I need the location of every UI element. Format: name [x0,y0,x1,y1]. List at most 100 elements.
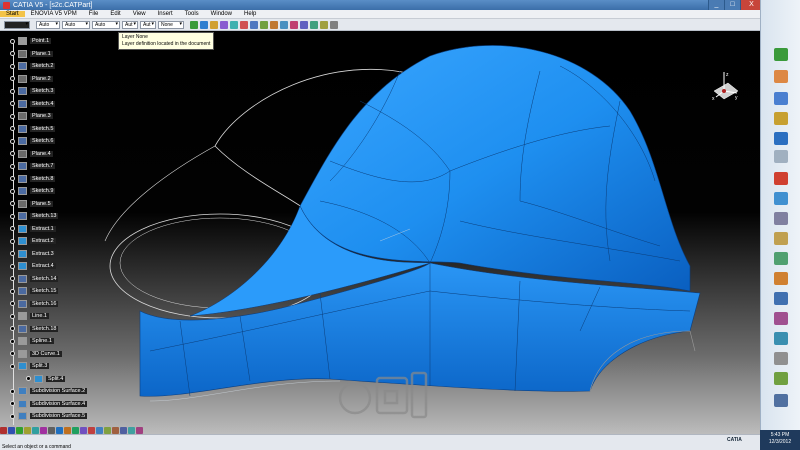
app-icon-3[interactable] [774,292,788,305]
tree-node-icon[interactable] [10,363,15,369]
tree-node-icon[interactable] [10,38,15,44]
tree-node-icon[interactable] [10,88,15,94]
tree-node-icon[interactable] [10,301,15,306]
tree-node-icon[interactable] [10,413,15,419]
sweep-icon[interactable] [230,20,238,29]
tree-node-icon[interactable] [10,313,15,319]
shading-icon[interactable] [64,427,71,434]
settings-icon[interactable] [774,150,788,163]
zoom-out-icon[interactable] [40,427,47,434]
media-icon[interactable] [774,172,788,185]
tree-node-icon[interactable] [10,201,15,206]
zoom-in-icon[interactable] [32,427,39,434]
minecraft-icon[interactable] [774,48,788,61]
menu-start[interactable]: Start [0,11,25,17]
isometric-view-icon[interactable] [56,427,63,434]
symmetry-icon[interactable] [320,20,328,29]
network-icon[interactable] [774,192,788,205]
hide-show-icon[interactable] [72,427,79,434]
tree-node-icon[interactable] [10,51,15,56]
app-icon-1[interactable] [774,232,788,245]
revolve-icon[interactable] [220,20,228,29]
tree-item[interactable]: Subdivision Surface.2 [10,386,88,396]
tree-item[interactable]: Plane.2 [10,74,53,84]
compass-widget[interactable]: z x y [708,69,742,103]
app-icon-8[interactable] [774,394,788,407]
tree-node-icon[interactable] [10,138,15,144]
word-icon[interactable] [774,132,788,145]
tree-node-icon[interactable] [10,126,15,131]
explorer-icon[interactable] [774,70,788,83]
line-type-select[interactable]: Auto [92,20,120,29]
tree-item[interactable]: Sketch.3 [10,86,56,96]
fillet-icon[interactable] [290,20,298,29]
3d-model-scene[interactable] [0,31,760,434]
maximize-button[interactable]: □ [724,0,740,10]
firefox-icon[interactable] [774,272,788,285]
menu-view[interactable]: View [127,11,152,17]
layer-select[interactable]: None [158,20,184,29]
tree-node-icon[interactable] [10,63,15,69]
tree-item[interactable]: Sketch.6 [10,136,56,146]
tree-item[interactable]: Extract.1 [10,224,56,234]
fill-icon[interactable] [240,20,248,29]
tree-item[interactable]: Plane.3 [10,111,53,121]
normal-view-icon[interactable] [48,427,55,434]
tree-item[interactable]: Sketch.7 [10,161,56,171]
select-icon[interactable] [0,427,7,434]
tree-item[interactable]: Line.1 [10,311,49,321]
tree-item[interactable]: Sketch.9 [10,186,56,196]
tree-item[interactable]: 3D Curve.1 [10,349,62,359]
tree-item[interactable]: Sketch.14 [10,274,59,284]
close-button[interactable]: X [740,0,762,10]
tree-node-icon[interactable] [10,276,15,281]
tree-item[interactable]: Sketch.2 [10,61,56,71]
tree-node-icon[interactable] [10,351,15,356]
tree-node-icon[interactable] [10,151,15,156]
rendering-style-select[interactable]: Aut [140,20,156,29]
menu-enovia[interactable]: ENOVIA V5 VPM [25,11,83,17]
menu-help[interactable]: Help [238,11,262,17]
app-icon-2[interactable] [774,252,788,265]
app-icon-4[interactable] [774,312,788,325]
tree-item[interactable]: Sketch.16 [10,299,59,309]
tree-item[interactable]: Sketch.13 [10,211,59,221]
surface-icon[interactable] [200,20,208,29]
tree-node-icon[interactable] [10,213,15,219]
tree-node-icon[interactable] [10,338,15,344]
tree-node-icon[interactable] [10,76,15,81]
render-icon[interactable] [88,427,95,434]
tree-node-icon[interactable] [10,226,15,231]
mail-icon[interactable] [774,92,788,105]
menu-window[interactable]: Window [205,11,238,17]
tree-item[interactable]: Subdivision Surface.4 [10,399,88,409]
tree-node-icon[interactable] [10,113,15,119]
translate-icon[interactable] [300,20,308,29]
extrude-icon[interactable] [210,20,218,29]
tree-item[interactable]: Subdivision Surface.5 [10,411,88,421]
measure-icon[interactable] [330,20,338,29]
tree-item[interactable]: Split.4 [26,374,66,384]
tree-item[interactable]: Split.3 [10,361,50,371]
menu-tools[interactable]: Tools [179,11,205,17]
split-icon[interactable] [260,20,268,29]
tree-item[interactable]: Extract.4 [10,261,56,271]
fly-mode-icon[interactable] [104,427,111,434]
tree-item[interactable]: Sketch.18 [10,324,59,334]
tree-node-icon[interactable] [10,238,15,244]
pan-icon[interactable] [16,427,23,434]
multi-view-icon[interactable] [96,427,103,434]
tree-node-icon[interactable] [10,388,15,394]
tree-node-icon[interactable] [10,288,15,294]
tree-item[interactable]: Extract.2 [10,236,56,246]
transparency-select[interactable]: Auto [36,20,60,29]
tree-node-icon[interactable] [10,163,15,169]
tree-item[interactable]: Plane.5 [10,199,53,209]
tree-item[interactable]: Sketch.15 [10,286,59,296]
fit-all-icon[interactable] [8,427,15,434]
menu-file[interactable]: File [83,11,105,17]
trim-icon[interactable] [270,20,278,29]
analysis-icon[interactable] [128,427,135,434]
sketch-icon[interactable] [190,20,198,29]
tree-node-icon[interactable] [10,263,15,269]
